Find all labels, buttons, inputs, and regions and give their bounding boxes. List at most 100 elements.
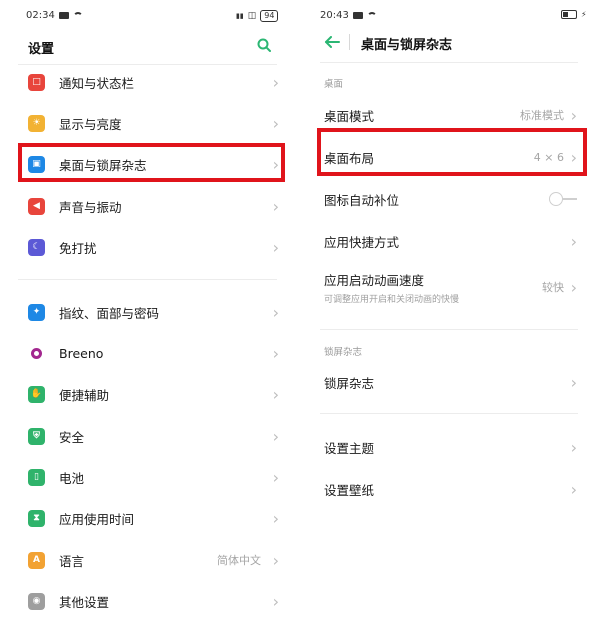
vibrate-icon: ◫: [247, 11, 257, 21]
battery-icon: [561, 10, 577, 19]
settings-item-sound[interactable]: ◀ 声音与振动 ›: [0, 186, 295, 226]
settings-item-label: Breeno: [59, 345, 104, 361]
more-settings-icon: ◉: [28, 592, 45, 610]
divider: [320, 413, 578, 414]
row-launch-animation-speed[interactable]: 应用启动动画速度 可调整应用开启和关闭动画的快慢 较快 ›: [308, 263, 597, 311]
chevron-right-icon: ›: [272, 302, 279, 322]
chevron-right-icon: ›: [272, 72, 279, 92]
animation-speed-value: 较快: [542, 281, 564, 294]
chevron-right-icon: ›: [570, 105, 577, 125]
settings-item-label: 声音与振动: [59, 199, 122, 215]
language-value: 简体中文: [217, 554, 261, 567]
moon-icon: ☾: [28, 238, 45, 256]
chevron-right-icon: ›: [272, 467, 279, 487]
back-arrow-icon[interactable]: [324, 36, 340, 48]
settings-item-label: 语言: [59, 553, 85, 569]
battery-icon: ▯: [28, 468, 45, 486]
wifi-icon: [366, 11, 377, 20]
row-text-group: 应用启动动画速度 可调整应用开启和关闭动画的快慢: [324, 270, 459, 305]
settings-item-accessibility[interactable]: ✋ 便捷辅助 ›: [0, 374, 295, 414]
settings-item-notifications[interactable]: □ 通知与状态栏 ›: [0, 62, 295, 102]
settings-item-label: 便捷辅助: [59, 387, 110, 403]
status-time: 20:43: [320, 10, 349, 21]
settings-item-label: 指纹、面部与密码: [59, 305, 160, 321]
row-label: 桌面模式: [324, 108, 375, 124]
section-title-desktop: 桌面: [324, 79, 344, 90]
row-label: 设置壁纸: [324, 482, 375, 498]
highlight-box: [317, 128, 587, 176]
status-bar: 20:43: [320, 10, 377, 21]
row-sublabel: 可调整应用开启和关闭动画的快慢: [324, 294, 460, 305]
desktop-mode-value: 标准模式: [520, 109, 564, 122]
chevron-right-icon: ›: [272, 426, 279, 446]
row-app-shortcuts[interactable]: 应用快捷方式 ›: [308, 221, 597, 261]
chevron-right-icon: ›: [272, 550, 279, 570]
row-label: 设置主题: [324, 440, 375, 456]
row-icon-autofill: 图标自动补位: [308, 179, 597, 219]
section-title-lock: 锁屏杂志: [324, 347, 363, 358]
divider: [349, 34, 350, 50]
chevron-right-icon: ›: [570, 372, 577, 392]
desktop-lockscreen-panel: 20:43 ⚡ 桌面与锁屏杂志 桌面 桌面模式 标准模式 › 桌面布局 4 × …: [308, 0, 597, 638]
notification-bar-icon: □: [28, 73, 45, 91]
shield-icon: ⛨: [28, 427, 45, 445]
notification-icon: [58, 12, 69, 19]
search-icon[interactable]: [257, 38, 271, 52]
toggle-knob: [549, 192, 563, 206]
language-icon: A: [28, 551, 45, 569]
settings-item-label: 显示与亮度: [59, 116, 122, 132]
row-set-wallpaper[interactable]: 设置壁纸 ›: [308, 469, 597, 509]
settings-panel: 02:34 ▮▮ ◫ 94 设置 □ 通知与状态栏 › ☀ 显示与亮度 › ▣ …: [0, 0, 295, 638]
settings-item-other[interactable]: ◉ 其他设置 ›: [0, 581, 295, 621]
chevron-right-icon: ›: [272, 113, 279, 133]
settings-item-battery[interactable]: ▯ 电池 ›: [0, 457, 295, 497]
settings-item-label: 通知与状态栏: [59, 75, 135, 91]
signal-icon: ▮▮: [236, 12, 244, 20]
settings-item-label: 其他设置: [59, 594, 110, 610]
status-bar: 02:34: [26, 10, 83, 21]
speaker-icon: ◀: [28, 197, 45, 215]
page-title: 桌面与锁屏杂志: [361, 38, 453, 53]
settings-item-fingerprint[interactable]: ✦ 指纹、面部与密码 ›: [0, 292, 295, 332]
page-title: 设置: [28, 42, 55, 57]
settings-item-label: 安全: [59, 429, 85, 445]
chevron-right-icon: ›: [570, 231, 577, 251]
chevron-right-icon: ›: [570, 479, 577, 499]
row-set-theme[interactable]: 设置主题 ›: [308, 427, 597, 467]
breeno-icon: [28, 345, 45, 362]
autofill-toggle[interactable]: [549, 192, 577, 206]
chevron-right-icon: ›: [272, 591, 279, 611]
fingerprint-icon: ✦: [28, 303, 45, 321]
settings-item-label: 应用使用时间: [59, 511, 135, 527]
settings-item-language[interactable]: A 语言 简体中文 ›: [0, 540, 295, 580]
settings-item-display[interactable]: ☀ 显示与亮度 ›: [0, 103, 295, 143]
chevron-right-icon: ›: [272, 196, 279, 216]
settings-item-breeno[interactable]: Breeno ›: [0, 333, 295, 373]
row-label: 图标自动补位: [324, 192, 400, 208]
settings-item-dnd[interactable]: ☾ 免打扰 ›: [0, 227, 295, 267]
settings-item-label: 免打扰: [59, 240, 97, 256]
toggle-track: [561, 198, 577, 200]
notification-icon: [352, 12, 363, 19]
chevron-right-icon: ›: [570, 277, 577, 297]
divider: [18, 279, 277, 280]
charging-icon: ⚡: [581, 10, 587, 19]
wifi-icon: [72, 11, 83, 20]
settings-item-security[interactable]: ⛨ 安全 ›: [0, 416, 295, 456]
row-label: 应用启动动画速度: [324, 272, 425, 288]
row-label: 应用快捷方式: [324, 234, 400, 250]
chevron-right-icon: ›: [570, 437, 577, 457]
chevron-right-icon: ›: [272, 508, 279, 528]
row-lockscreen-magazine[interactable]: 锁屏杂志 ›: [308, 362, 597, 402]
chevron-right-icon: ›: [272, 343, 279, 363]
divider: [320, 62, 578, 63]
settings-item-label: 电池: [59, 470, 85, 486]
chevron-right-icon: ›: [272, 384, 279, 404]
row-label: 锁屏杂志: [324, 375, 375, 391]
settings-item-screen-time[interactable]: ⧗ 应用使用时间 ›: [0, 498, 295, 538]
brightness-icon: ☀: [28, 114, 45, 132]
highlight-box: [18, 143, 285, 182]
hand-icon: ✋: [28, 385, 45, 403]
status-bar-right: ⚡: [561, 10, 587, 19]
hourglass-icon: ⧗: [28, 509, 45, 527]
